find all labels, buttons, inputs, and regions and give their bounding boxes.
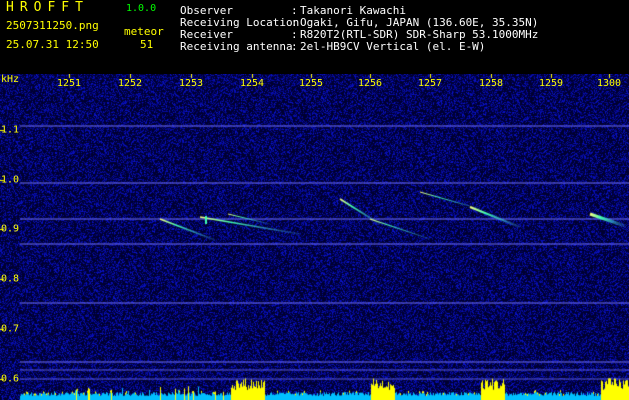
image-timestamp: 25.07.31 12:50 — [6, 38, 99, 51]
x-tick-label: 1259 — [538, 78, 564, 89]
x-tick-label: 1257 — [417, 78, 443, 89]
antenna-separator: : — [291, 40, 298, 53]
app-logo: HROFFT — [6, 0, 89, 15]
x-tick-label: 1256 — [357, 78, 383, 89]
event-count: 51 — [140, 38, 154, 51]
event-type-label: meteor — [124, 25, 164, 38]
y-tick-label: 1.0 — [1, 174, 20, 186]
y-tick-label: 0.8 — [1, 273, 20, 285]
antenna-label: Receiving antenna — [180, 40, 293, 53]
y-axis-unit: kHz — [1, 74, 20, 85]
y-tick-label: 0.9 — [1, 223, 20, 235]
image-filename: 2507311250.png — [6, 19, 99, 32]
app-version: 1.0.0 — [126, 3, 157, 14]
x-tick-label: 1254 — [239, 78, 265, 89]
y-tick-label: 0.6 — [1, 373, 20, 385]
x-tick-label: 1253 — [178, 78, 204, 89]
y-tick-label: 1.1 — [1, 124, 20, 136]
y-tick-label: 0.7 — [1, 323, 20, 335]
x-tick-label: 1255 — [298, 78, 324, 89]
x-tick-label: 1251 — [56, 78, 82, 89]
spectrogram — [0, 74, 629, 400]
x-tick-label: 1258 — [478, 78, 504, 89]
x-tick-label: 1300 — [596, 78, 622, 89]
x-tick-label: 1252 — [117, 78, 143, 89]
antenna-value: 2el-HB9CV Vertical (el. E-W) — [300, 40, 486, 53]
